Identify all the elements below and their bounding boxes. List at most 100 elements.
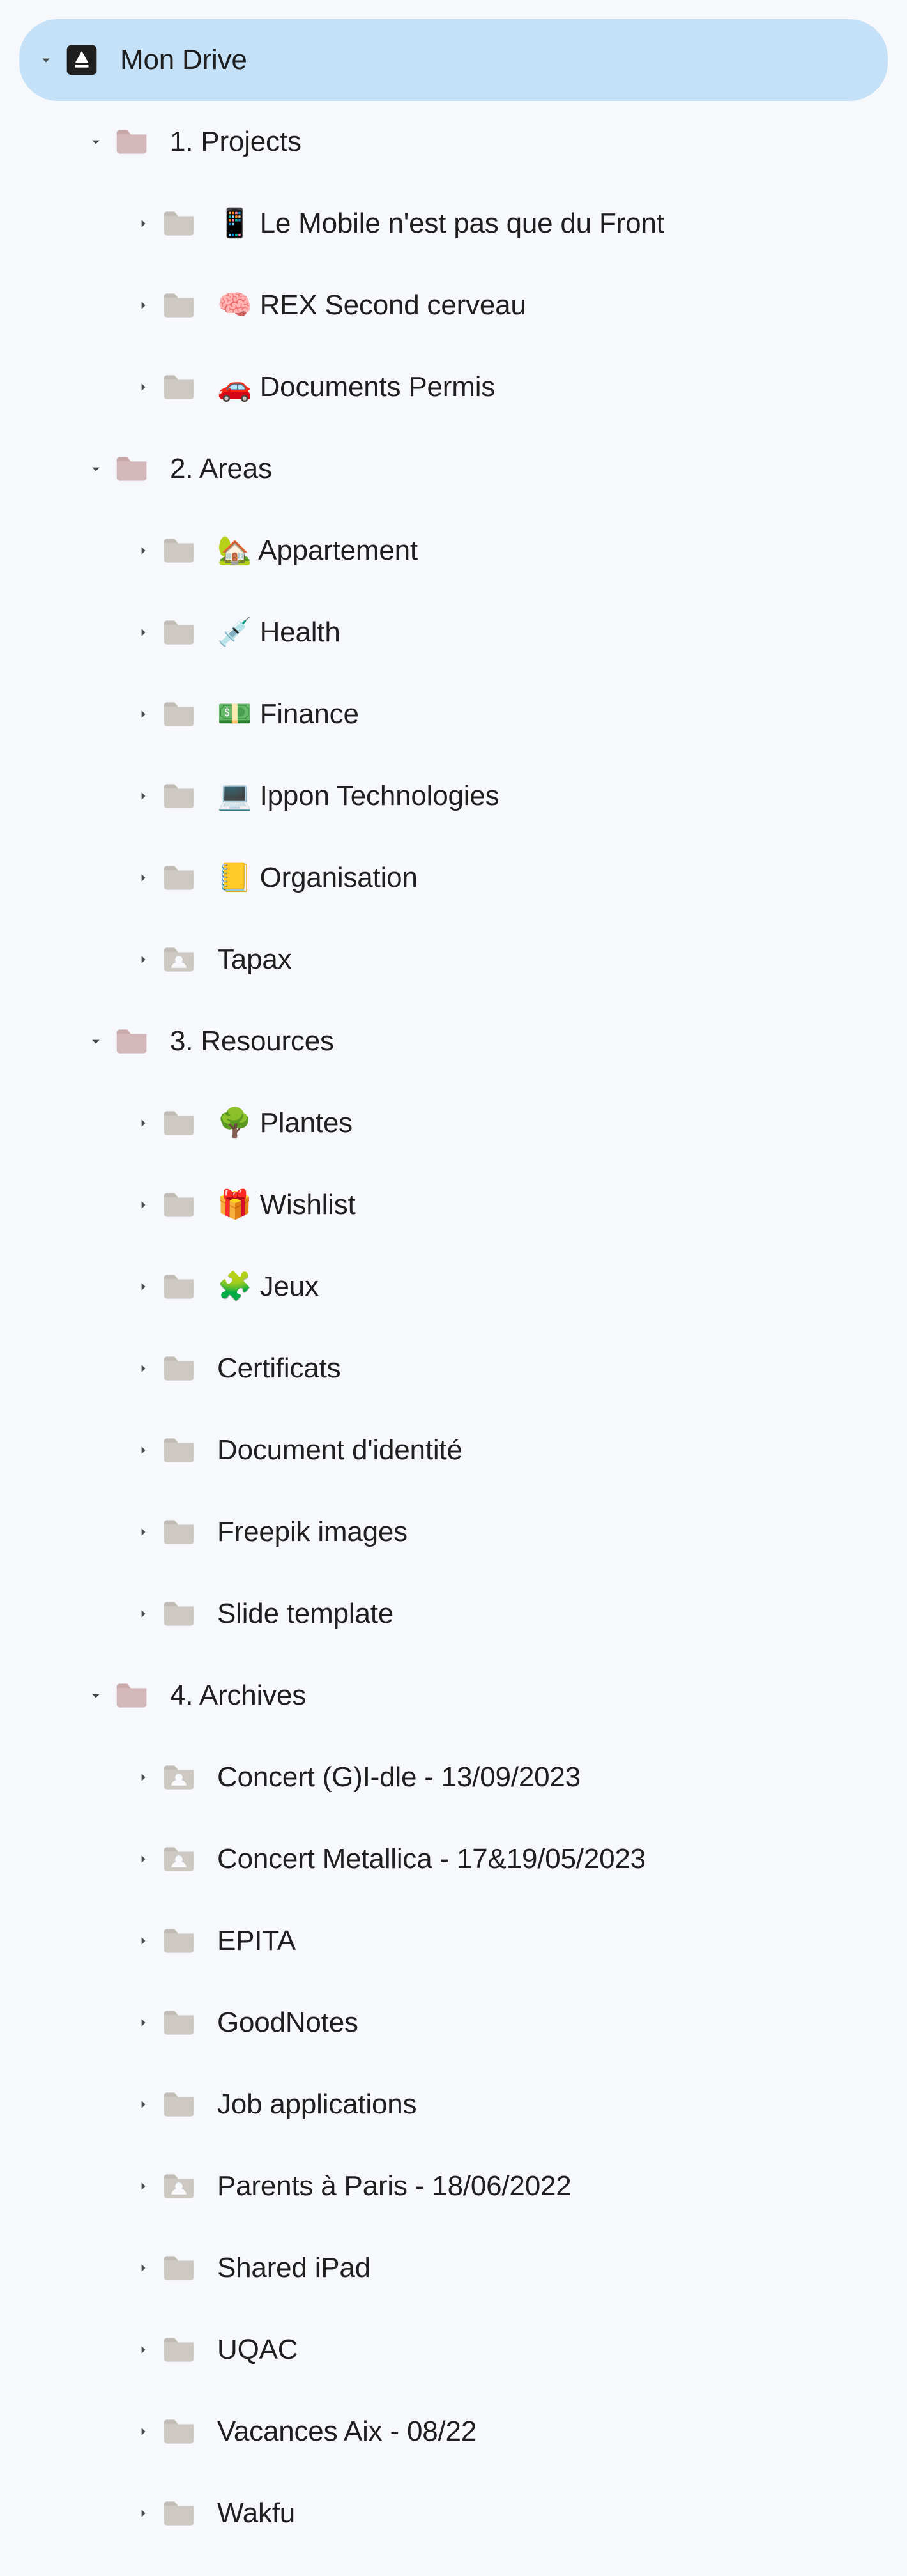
tree-folder[interactable]: Shared iPad [19,2227,888,2309]
caret-right-icon[interactable] [130,293,156,318]
tree-folder-label: 💉 Health [217,616,340,650]
folder-icon [161,533,197,569]
tree-folder-label: Concert Metallica - 17&19/05/2023 [217,1843,646,1876]
folder-icon [161,615,197,650]
caret-right-icon[interactable] [130,211,156,236]
tree-folder[interactable]: 📱 Le Mobile n'est pas que du Front [19,183,888,264]
caret-right-icon[interactable] [130,2092,156,2117]
tree-folder-label: Wakfu [217,2497,295,2531]
folder-icon [114,451,149,487]
tree-folder[interactable]: 🧩 Jeux [19,1246,888,1328]
tree-folder-label: Shared iPad [217,2251,370,2285]
tree-folder-label: Concert (G)I-dle - 13/09/2023 [217,1761,581,1795]
tree-folder[interactable]: Concert (G)I-dle - 13/09/2023 [19,1736,888,1818]
caret-right-icon[interactable] [130,1438,156,1463]
caret-right-icon[interactable] [130,865,156,891]
caret-right-icon[interactable] [130,1519,156,1545]
tree-folder[interactable]: Slide template [19,1573,888,1655]
caret-right-icon[interactable] [130,783,156,809]
tree-folder[interactable]: Certificats [19,1328,888,1409]
caret-right-icon[interactable] [130,2010,156,2035]
folder-icon [161,2332,197,2368]
tree-folder[interactable]: 3. Resources [19,1000,888,1082]
tree-folder[interactable]: 🚗 Documents Permis [19,346,888,428]
caret-right-icon[interactable] [130,2255,156,2281]
tree-folder-label: 🧩 Jeux [217,1270,319,1304]
tree-folder-label: Vacances Aix - 08/22 [217,2415,476,2449]
folder-icon [161,1432,197,1468]
folder-icon [161,1269,197,1305]
tree-folder[interactable]: Freepik images [19,1491,888,1573]
shared-folder-icon [161,2168,197,2204]
tree-folder[interactable]: Concert Metallica - 17&19/05/2023 [19,1818,888,1900]
tree-folder[interactable]: 🏡 Appartement [19,510,888,592]
tree-folder[interactable]: 🌳 Plantes [19,1082,888,1164]
tree-folder-label: 📱 Le Mobile n'est pas que du Front [217,207,664,241]
tree-folder[interactable]: Job applications [19,2064,888,2145]
folder-icon [114,1023,149,1059]
tree-folder[interactable]: 1. Projects [19,101,888,183]
caret-right-icon[interactable] [130,1601,156,1627]
tree-folder-label: 📒 Organisation [217,861,418,895]
caret-right-icon[interactable] [130,1928,156,1954]
caret-right-icon[interactable] [130,2501,156,2526]
tree-folder[interactable]: 💉 Health [19,592,888,673]
tree-folder[interactable]: Tapax [19,919,888,1000]
tree-folder-label: 🌳 Plantes [217,1107,353,1140]
tree-folder-label: Parents à Paris - 18/06/2022 [217,2170,572,2204]
folder-icon [161,2005,197,2041]
caret-right-icon[interactable] [130,2419,156,2444]
caret-right-icon[interactable] [130,1846,156,1872]
tree-folder[interactable]: 4. Archives [19,1655,888,1736]
folder-icon [161,1105,197,1141]
tree-folder-label: 3. Resources [170,1025,334,1059]
tree-folder-label: UQAC [217,2333,298,2367]
tree-folder-label: 2. Areas [170,452,272,486]
tree-folder[interactable]: Document d'identité [19,1409,888,1491]
caret-down-icon[interactable] [33,47,59,73]
tree-folder[interactable]: EPITA [19,1900,888,1982]
drive-icon [64,42,100,78]
caret-right-icon[interactable] [130,1356,156,1381]
caret-right-icon[interactable] [130,1765,156,1790]
folder-icon [161,2087,197,2122]
caret-down-icon[interactable] [83,1029,109,1054]
tree-folder[interactable]: Wakfu [19,2472,888,2554]
caret-down-icon[interactable] [83,456,109,482]
caret-right-icon[interactable] [130,374,156,400]
tree-folder-label: Freepik images [217,1515,408,1549]
tree-folder[interactable]: 💻 Ippon Technologies [19,755,888,837]
caret-right-icon[interactable] [130,1274,156,1300]
folder-icon [161,288,197,323]
tree-folder[interactable]: Vacances Aix - 08/22 [19,2391,888,2472]
tree-folder[interactable]: 2. Areas [19,428,888,510]
folder-icon [161,778,197,814]
tree-folder[interactable]: UQAC [19,2309,888,2391]
folder-icon [161,2414,197,2450]
tree-folder[interactable]: 📒 Organisation [19,837,888,919]
tree-folder-label: 4. Archives [170,1679,306,1713]
tree-folder[interactable]: 💵 Finance [19,673,888,755]
shared-folder-icon [161,1759,197,1795]
tree-folder[interactable]: Parents à Paris - 18/06/2022 [19,2145,888,2227]
tree-folder[interactable]: 🎁 Wishlist [19,1164,888,1246]
tree-folder-label: 1. Projects [170,125,301,159]
caret-right-icon[interactable] [130,1110,156,1136]
caret-right-icon[interactable] [130,947,156,972]
caret-right-icon[interactable] [130,1192,156,1218]
tree-folder-label: Job applications [217,2088,416,2122]
caret-right-icon[interactable] [130,620,156,645]
caret-down-icon[interactable] [83,129,109,155]
folder-icon [161,860,197,896]
tree-folder[interactable]: 🧠 REX Second cerveau [19,264,888,346]
folder-icon [161,1351,197,1386]
tree-folder-label: GoodNotes [217,2006,358,2040]
folder-icon [114,124,149,160]
tree-folder[interactable]: GoodNotes [19,1982,888,2064]
tree-root[interactable]: Mon Drive [19,19,888,101]
caret-right-icon[interactable] [130,538,156,564]
caret-right-icon[interactable] [130,2337,156,2363]
caret-right-icon[interactable] [130,2174,156,2199]
caret-right-icon[interactable] [130,702,156,727]
caret-down-icon[interactable] [83,1683,109,1708]
